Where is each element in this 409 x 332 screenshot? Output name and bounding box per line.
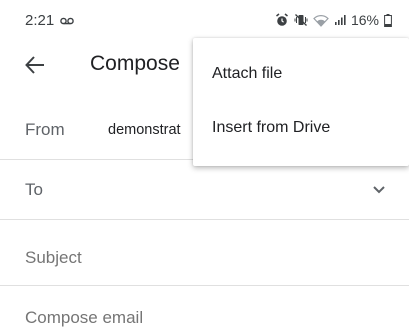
vibrate-icon [294, 13, 308, 27]
voicemail-icon [60, 12, 75, 29]
compose-body-input[interactable]: Compose email [25, 308, 143, 328]
subject-field[interactable]: Subject [0, 228, 409, 286]
status-right: 16% [275, 12, 392, 28]
page-title: Compose [90, 52, 180, 75]
to-label: To [25, 180, 43, 199]
from-account[interactable]: demonstrat [108, 122, 198, 138]
signal-icon [334, 14, 346, 26]
status-time: 2:21 [25, 11, 55, 29]
overflow-menu: Attach file Insert from Drive [193, 38, 409, 166]
arrow-back-icon[interactable] [24, 54, 46, 76]
chevron-down-icon[interactable] [371, 183, 387, 195]
status-left: 2:21 [25, 11, 75, 29]
alarm-icon [275, 13, 289, 27]
from-label: From [25, 120, 65, 139]
wifi-icon [313, 14, 329, 27]
status-bar: 2:21 16% [0, 0, 409, 40]
subject-placeholder: Subject [25, 248, 82, 267]
battery-icon [384, 13, 392, 27]
menu-item-insert-from-drive[interactable]: Insert from Drive [193, 104, 409, 152]
battery-percent: 16% [350, 12, 379, 28]
menu-item-attach-file[interactable]: Attach file [193, 50, 409, 98]
to-field[interactable]: To [0, 160, 409, 220]
